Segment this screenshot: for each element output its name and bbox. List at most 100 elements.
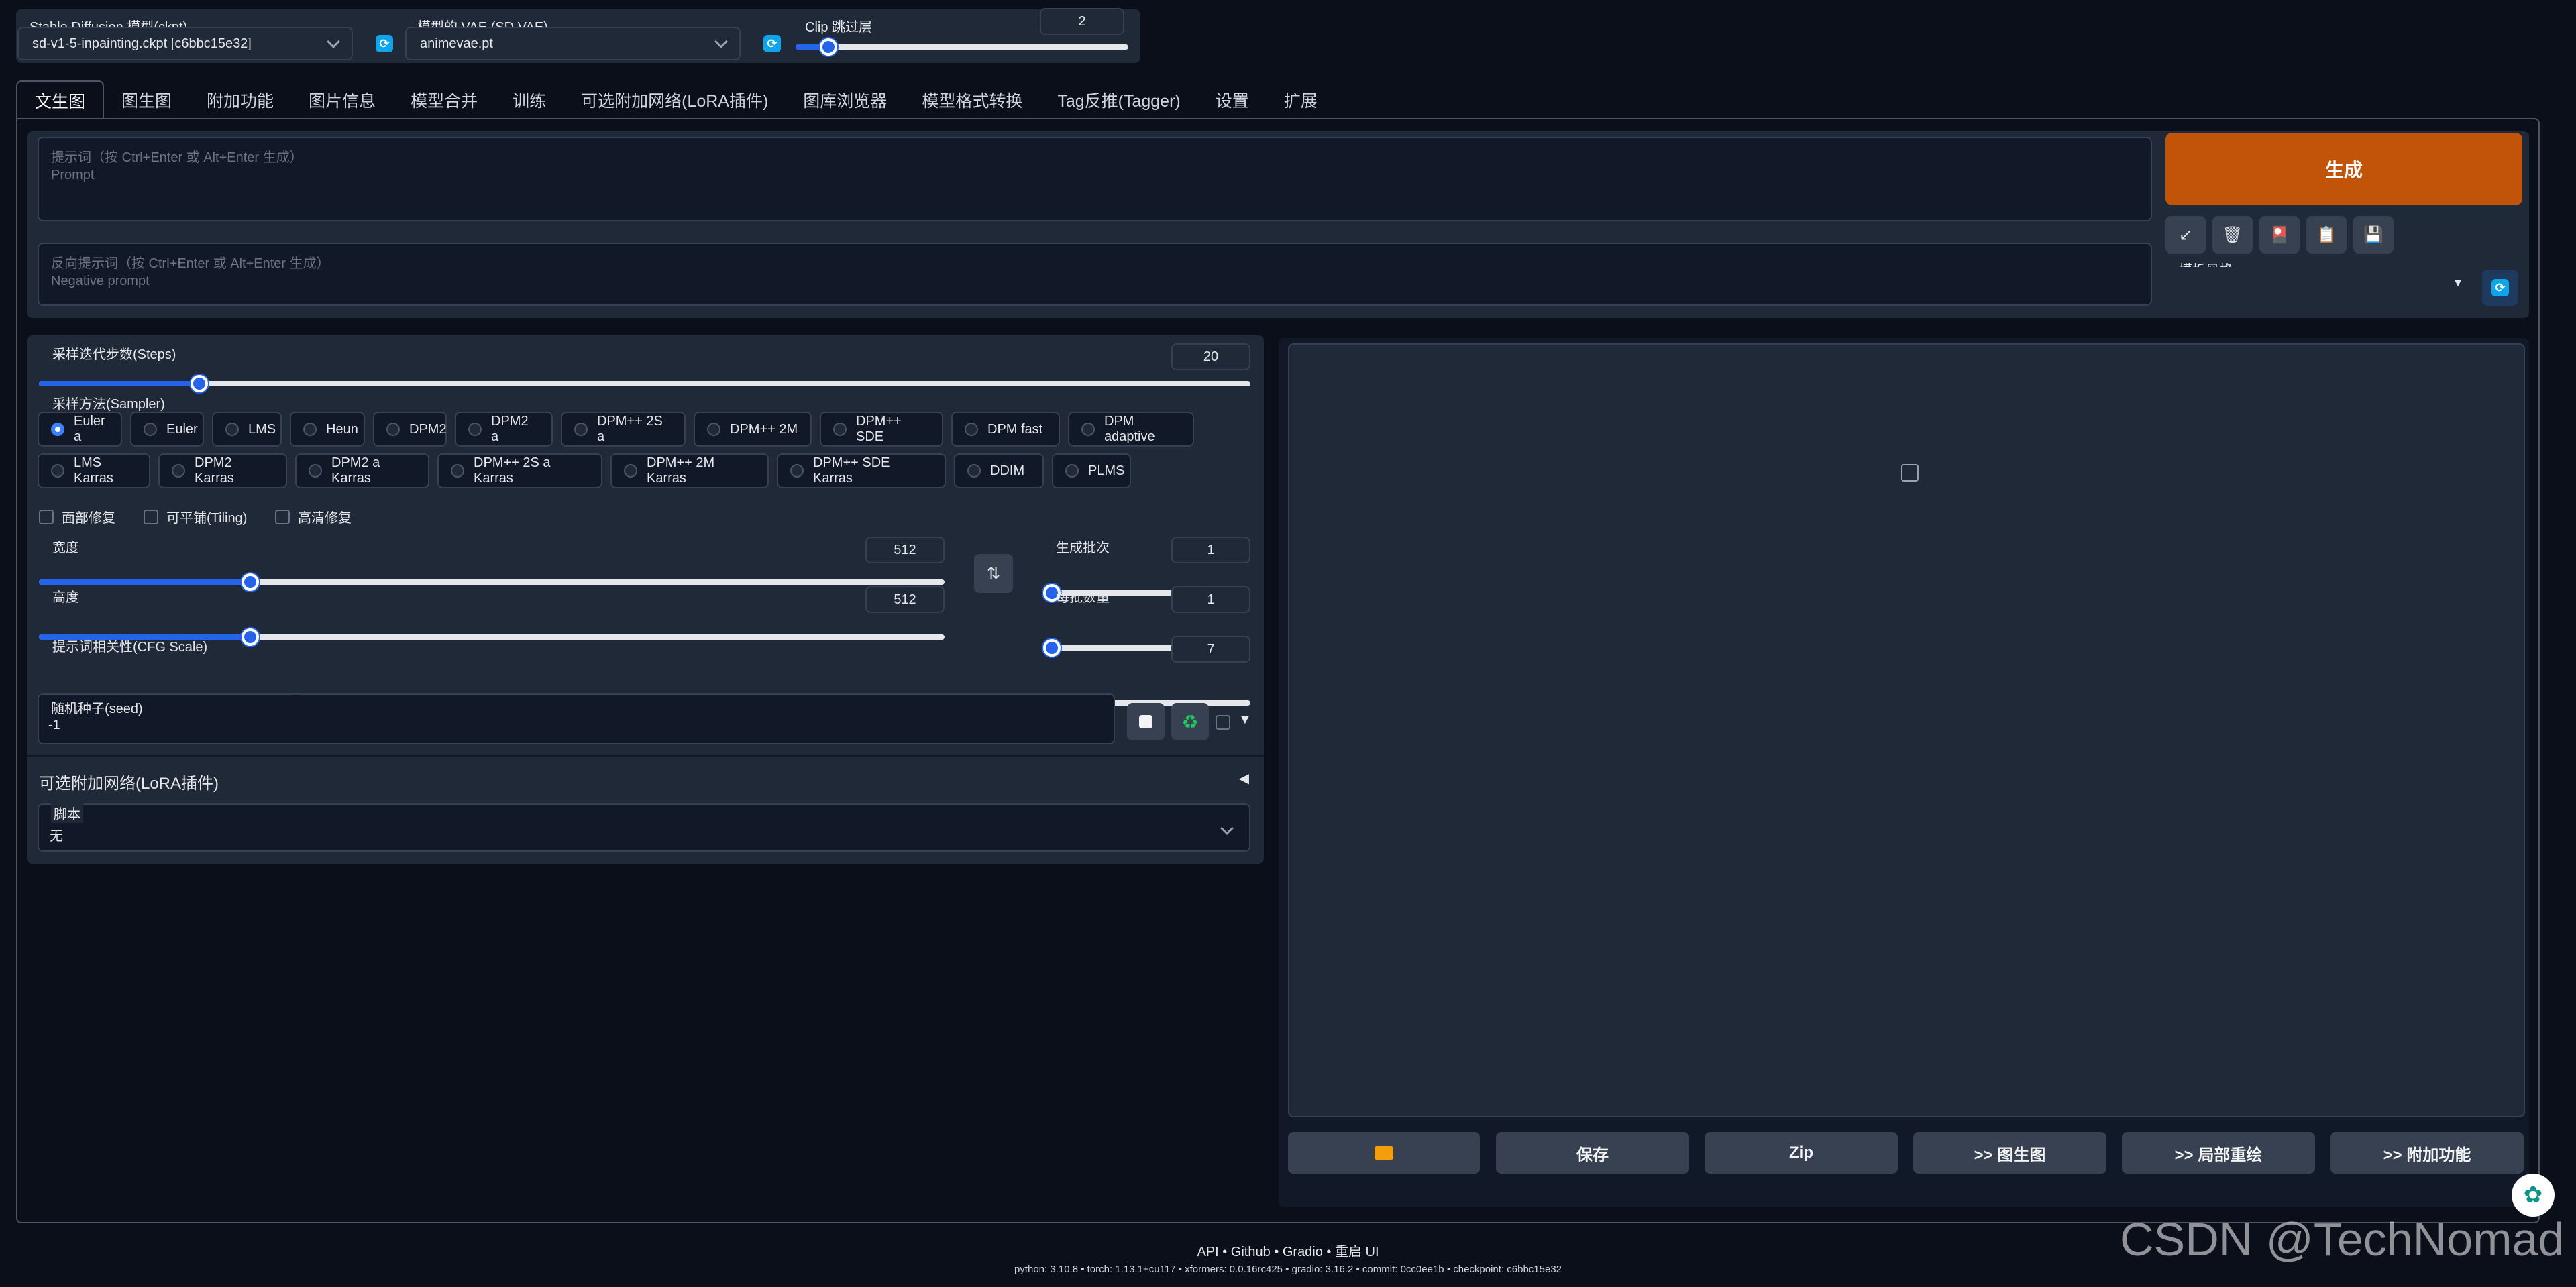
checkbox-box[interactable] (39, 509, 54, 524)
tab-0[interactable]: 文生图 (16, 80, 105, 119)
vae-dropdown[interactable]: animevae.pt (405, 27, 741, 60)
checkbox-box[interactable] (144, 509, 158, 524)
radio-dot (707, 423, 720, 436)
refresh-checkpoint-button[interactable]: ⟳ (376, 35, 393, 52)
radio-dot (790, 464, 804, 478)
trash-icon[interactable]: 🗑 (2212, 216, 2253, 254)
sampler-option[interactable]: DPM++ 2S a (561, 412, 686, 447)
tab-2[interactable]: 附加功能 (189, 80, 291, 119)
script-dropdown[interactable]: 脚本 无 (38, 803, 1250, 852)
steps-label: 采样迭代步数(Steps) (52, 347, 176, 362)
sampler-option[interactable]: DPM2 a (455, 412, 553, 447)
lora-accordion[interactable]: 可选附加网络(LoRA插件) ◀ (27, 755, 1264, 801)
sampler-option[interactable]: DPM2 (373, 412, 447, 447)
sampler-option[interactable]: DPM++ 2M Karras (610, 453, 769, 488)
slider-knob[interactable] (1043, 639, 1061, 657)
batch-size-input[interactable]: 1 (1171, 586, 1250, 613)
clip-skip-input[interactable]: 2 (1040, 8, 1124, 35)
steps-input[interactable]: 20 (1171, 343, 1250, 370)
sampler-option[interactable]: DPM adaptive (1068, 412, 1194, 447)
sampler-option[interactable]: DPM++ 2S a Karras (437, 453, 602, 488)
sampler-option-label: DPM++ SDE Karras (813, 455, 890, 486)
slider-knob[interactable] (241, 628, 259, 646)
radio-dot (303, 423, 317, 436)
tab-7[interactable]: 图库浏览器 (786, 80, 904, 119)
sampler-option[interactable]: Euler a (38, 412, 122, 447)
slider-knob[interactable] (819, 38, 837, 56)
sampler-option[interactable]: DDIM (954, 453, 1044, 488)
sampler-option[interactable]: Heun (290, 412, 365, 447)
slider-fill (39, 381, 197, 386)
output-button-2[interactable]: >> 图生图 (1913, 1132, 2106, 1174)
sampler-option[interactable]: DPM++ SDE Karras (777, 453, 946, 488)
assistant-float-icon[interactable]: ✿ (2512, 1174, 2555, 1217)
swap-dimensions-button[interactable]: ⇅ (974, 554, 1013, 593)
sampler-option[interactable]: PLMS (1052, 453, 1131, 488)
tab-11[interactable]: 扩展 (1267, 80, 1335, 119)
tab-5[interactable]: 训练 (495, 80, 564, 119)
height-input[interactable]: 512 (865, 586, 945, 613)
read-params-icon[interactable]: ↙ (2165, 216, 2206, 254)
radio-dot (967, 464, 981, 478)
style-dropdown[interactable]: ▼ (2165, 267, 2474, 309)
reuse-seed-button[interactable]: ♻ (1171, 703, 1209, 740)
output-button-4[interactable]: >> 附加功能 (2330, 1132, 2524, 1174)
sampler-option[interactable]: Euler (130, 412, 204, 447)
seed-field[interactable]: 随机种子(seed) -1 (38, 693, 1115, 744)
height-label: 高度 (52, 590, 79, 605)
tab-8[interactable]: 模型格式转换 (904, 80, 1040, 119)
option-checkbox[interactable]: 可平铺(Tiling) (144, 507, 247, 526)
random-seed-button[interactable] (1127, 703, 1165, 740)
tab-1[interactable]: 图生图 (104, 80, 189, 119)
sampler-option[interactable]: DPM2 a Karras (295, 453, 429, 488)
checkbox-box[interactable] (275, 509, 290, 524)
checkpoint-dropdown[interactable]: sd-v1-5-inpainting.ckpt [c6bbc15e32] (17, 27, 353, 60)
prompt-input[interactable]: 提示词（按 Ctrl+Enter 或 Alt+Enter 生成） Prompt (38, 137, 2152, 221)
generate-button[interactable]: 生成 (2165, 133, 2522, 205)
radio-dot (468, 423, 482, 436)
sampler-option[interactable]: DPM2 Karras (158, 453, 287, 488)
sampler-option-label: DPM fast (987, 421, 1043, 437)
option-checkbox[interactable]: 面部修复 (39, 507, 115, 526)
refresh-style-button[interactable]: ⟳ (2482, 270, 2518, 306)
radio-dot (624, 464, 637, 478)
clip-skip-slider[interactable] (796, 38, 1128, 56)
sampler-option-label: DPM2 a Karras (331, 455, 380, 486)
tab-4[interactable]: 模型合并 (393, 80, 495, 119)
sampler-option[interactable]: DPM fast (951, 412, 1060, 447)
slider-knob[interactable] (190, 375, 208, 392)
save-style-icon[interactable]: 💾 (2353, 216, 2394, 254)
extra-seed-checkbox[interactable] (1216, 715, 1230, 730)
clipboard-icon[interactable]: 📋 (2306, 216, 2347, 254)
tab-6[interactable]: 可选附加网络(LoRA插件) (564, 80, 786, 119)
output-button-1[interactable]: Zip (1705, 1132, 1898, 1174)
main-tabs: 文生图 图生图 附加功能 图片信息 模型合并 训练 可选附加网络(LoRA插件) 图库浏览器模… (16, 79, 1335, 119)
width-slider[interactable] (39, 573, 945, 591)
refresh-vae-button[interactable]: ⟳ (763, 35, 781, 52)
negative-prompt-input[interactable]: 反向提示词（按 Ctrl+Enter 或 Alt+Enter 生成） Negat… (38, 243, 2152, 306)
tab-9[interactable]: Tag反推(Tagger) (1040, 80, 1197, 119)
dice-icon (1139, 715, 1152, 728)
steps-slider[interactable] (39, 375, 1250, 392)
sampler-option[interactable]: LMS Karras (38, 453, 150, 488)
expand-triangle-icon[interactable]: ▼ (1238, 712, 1252, 728)
cfg-input[interactable]: 7 (1171, 636, 1250, 663)
checkbox-label: 高清修复 (298, 511, 352, 526)
sampler-option[interactable]: LMS (212, 412, 282, 447)
sampler-option-label: LMS (248, 421, 276, 437)
sampler-option[interactable]: DPM++ 2M (694, 412, 812, 447)
tab-10[interactable]: 设置 (1198, 80, 1267, 119)
vae-value: animevae.pt (420, 36, 493, 51)
sampler-option[interactable]: DPM++ SDE (820, 412, 943, 447)
slider-knob[interactable] (241, 573, 259, 591)
watermark: CSDN @TechNomad (2120, 1213, 2565, 1266)
option-checkbox[interactable]: 高清修复 (275, 507, 352, 526)
batch-count-input[interactable]: 1 (1171, 537, 1250, 563)
sampler-label: 采样方法(Sampler) (52, 397, 165, 412)
extra-networks-icon[interactable]: 🎴 (2259, 216, 2300, 254)
open-folder-button[interactable] (1288, 1132, 1480, 1174)
output-button-3[interactable]: >> 局部重绘 (2122, 1132, 2315, 1174)
width-input[interactable]: 512 (865, 537, 945, 563)
output-button-0[interactable]: 保存 (1496, 1132, 1689, 1174)
tab-3[interactable]: 图片信息 (291, 80, 393, 119)
